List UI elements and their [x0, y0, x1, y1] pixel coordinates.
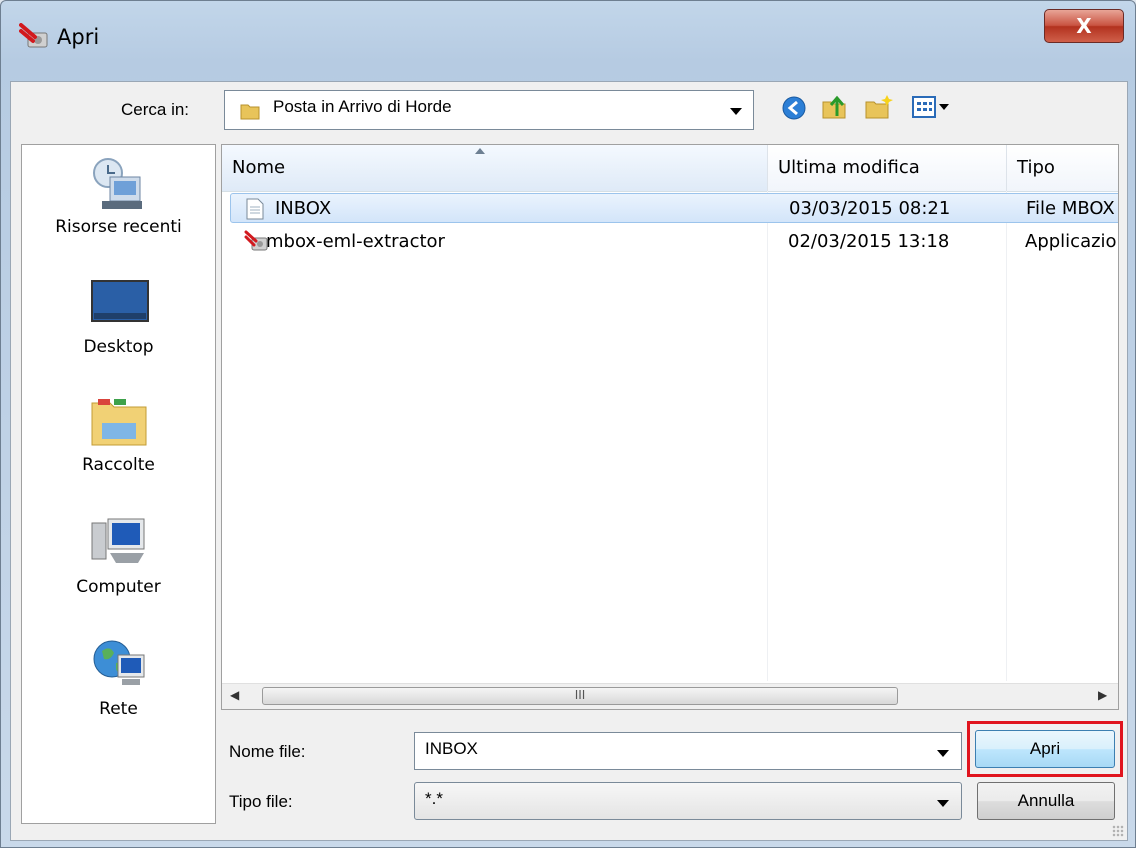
chevron-down-icon[interactable] [937, 750, 949, 757]
place-desktop[interactable]: Desktop [22, 275, 215, 357]
document-icon [246, 198, 264, 220]
file-type: File MBOX [1026, 198, 1115, 219]
column-header-row: Nome Ultima modifica Tipo [222, 145, 1118, 192]
column-name-label: Nome [232, 157, 286, 178]
lookin-value: Posta in Arrivo di Horde [273, 97, 452, 116]
column-header-modified[interactable]: Ultima modifica [768, 145, 1006, 191]
close-icon: X [1076, 14, 1092, 38]
column-divider [767, 191, 768, 681]
column-type-label: Tipo [1017, 157, 1055, 178]
place-label: Computer [76, 577, 161, 597]
filename-label: Nome file: [229, 742, 306, 761]
up-folder-icon[interactable] [819, 92, 849, 122]
file-modified: 02/03/2015 13:18 [788, 231, 950, 252]
file-row-inbox[interactable]: INBOX 03/03/2015 08:21 File MBOX [230, 193, 1118, 223]
place-label: Risorse recenti [55, 217, 182, 237]
resize-grip-icon[interactable] [1112, 825, 1124, 837]
recent-places-icon [88, 155, 150, 211]
filetype-label: Tipo file: [229, 792, 293, 811]
desktop-icon [88, 275, 150, 331]
application-icon [244, 230, 268, 251]
column-header-name[interactable]: Nome [222, 145, 767, 191]
column-modified-label: Ultima modifica [778, 157, 920, 178]
dialog-body: Cerca in: Posta in Arrivo di Horde Risor… [10, 81, 1128, 841]
lookin-label: Cerca in: [121, 100, 190, 119]
horizontal-scrollbar[interactable]: ◀ III ▶ [222, 683, 1118, 709]
column-divider [1006, 191, 1007, 681]
lookin-combo[interactable]: Posta in Arrivo di Horde [224, 90, 754, 130]
scroll-left-icon[interactable]: ◀ [230, 688, 239, 702]
column-header-type[interactable]: Tipo [1007, 145, 1118, 191]
filename-value: INBOX [425, 739, 478, 758]
file-name: INBOX [275, 198, 332, 219]
scrollbar-thumb[interactable]: III [262, 687, 898, 705]
computer-icon [88, 515, 150, 571]
place-recent[interactable]: Risorse recenti [22, 155, 215, 237]
sort-ascending-icon [475, 148, 485, 154]
open-button[interactable]: Apri [975, 730, 1115, 768]
folder-icon [240, 104, 260, 120]
place-label: Rete [99, 699, 138, 719]
file-row-extractor[interactable]: mbox-eml-extractor 02/03/2015 13:18 Appl… [230, 227, 1118, 257]
chevron-down-icon[interactable] [730, 108, 742, 115]
back-icon[interactable] [781, 95, 807, 121]
app-icon [19, 23, 48, 48]
title-bar[interactable]: Apri X [1, 1, 1135, 81]
file-name: mbox-eml-extractor [266, 231, 445, 252]
network-icon [88, 637, 150, 693]
window-title: Apri [57, 25, 100, 49]
scroll-right-icon[interactable]: ▶ [1098, 688, 1107, 702]
filename-input[interactable]: INBOX [414, 732, 962, 770]
close-button[interactable]: X [1044, 9, 1124, 43]
filetype-select[interactable]: *.* [414, 782, 962, 820]
open-dialog: Apri X Cerca in: Posta in Arrivo di Hord… [0, 0, 1136, 848]
new-folder-icon[interactable] [863, 92, 895, 122]
place-label: Raccolte [82, 455, 155, 475]
place-label: Desktop [83, 337, 154, 357]
filetype-value: *.* [425, 789, 443, 808]
grip-icon: III [574, 688, 586, 702]
chevron-down-icon[interactable] [937, 800, 949, 807]
places-bar: Risorse recenti Desktop Raccolte Compute… [21, 144, 216, 824]
file-list[interactable]: Nome Ultima modifica Tipo INBOX 03/03/20… [221, 144, 1119, 710]
cancel-button[interactable]: Annulla [977, 782, 1115, 820]
place-network[interactable]: Rete [22, 637, 215, 719]
place-libraries[interactable]: Raccolte [22, 393, 215, 475]
libraries-icon [88, 393, 150, 449]
place-computer[interactable]: Computer [22, 515, 215, 597]
view-menu-icon[interactable] [911, 94, 953, 120]
file-type: Applicazione [1025, 231, 1118, 252]
file-modified: 03/03/2015 08:21 [789, 198, 951, 219]
